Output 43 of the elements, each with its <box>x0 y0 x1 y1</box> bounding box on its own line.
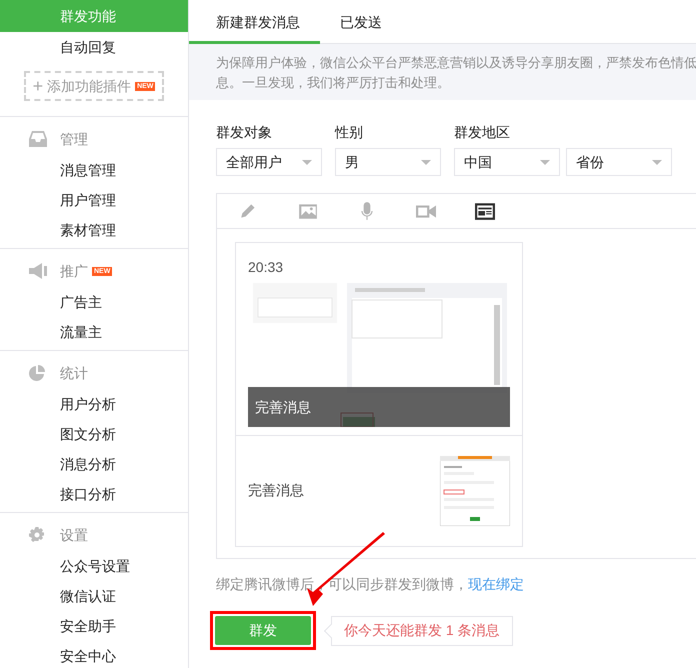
sidebar-item[interactable]: 用户分析 <box>0 389 188 419</box>
sidebar-item[interactable]: 消息分析 <box>0 449 188 479</box>
section-title: 管理 <box>60 130 88 148</box>
caret-icon <box>652 160 662 164</box>
sidebar-item[interactable]: 用户管理 <box>0 185 188 215</box>
notice-text: 息。一旦发现，我们将严厉打击和处理。 <box>216 74 450 92</box>
article-icon[interactable] <box>475 202 495 220</box>
sidebar-item[interactable]: 消息管理 <box>0 155 188 185</box>
post-time: 20:33 <box>247 258 284 277</box>
pie-chart-icon <box>29 365 45 381</box>
dropdown[interactable]: 男 <box>335 148 441 176</box>
article-title: 完善消息 <box>248 481 304 500</box>
sidebar-item[interactable]: 接口分析 <box>0 479 188 509</box>
sidebar-item[interactable]: 流量主 <box>0 317 188 347</box>
dropdown[interactable]: 中国 <box>454 148 560 176</box>
sidebar-item[interactable]: 安全中心 <box>0 641 188 668</box>
sidebar-item[interactable]: 公众号设置 <box>0 551 188 581</box>
sidebar-item[interactable]: 自动回复 <box>0 32 188 62</box>
dropdown[interactable]: 全部用户 <box>216 148 322 176</box>
cover-title: 完善消息 <box>255 398 311 416</box>
field-label: 群发对象 <box>216 123 273 142</box>
field-label: 性别 <box>335 123 364 142</box>
section-title: 设置 <box>60 526 88 544</box>
dropdown[interactable]: 省份 <box>566 148 672 176</box>
caret-icon <box>421 160 431 164</box>
inbox-icon <box>29 131 47 147</box>
section-title: 推广 <box>60 262 88 280</box>
sidebar-item[interactable]: 安全助手 <box>0 611 188 641</box>
section-title: 统计 <box>60 364 88 382</box>
sidebar-item[interactable]: 广告主 <box>0 287 188 317</box>
settings-icon <box>29 527 45 543</box>
tab[interactable]: 已发送 <box>320 0 400 44</box>
sidebar-item[interactable]: 微信认证 <box>0 581 188 611</box>
megaphone-icon <box>29 263 47 279</box>
quota-text: 你今天还能群发 1 条消息 <box>344 621 500 640</box>
sidebar-item[interactable]: 素材管理 <box>0 215 188 245</box>
field-label: 群发地区 <box>454 123 511 142</box>
add-plugin-label: 添加功能插件 <box>47 76 132 96</box>
caret-icon <box>302 160 312 164</box>
sidebar-item[interactable]: 图文分析 <box>0 419 188 449</box>
image-icon[interactable] <box>298 202 318 220</box>
plus-icon: + <box>32 77 44 95</box>
caret-icon <box>540 160 550 164</box>
